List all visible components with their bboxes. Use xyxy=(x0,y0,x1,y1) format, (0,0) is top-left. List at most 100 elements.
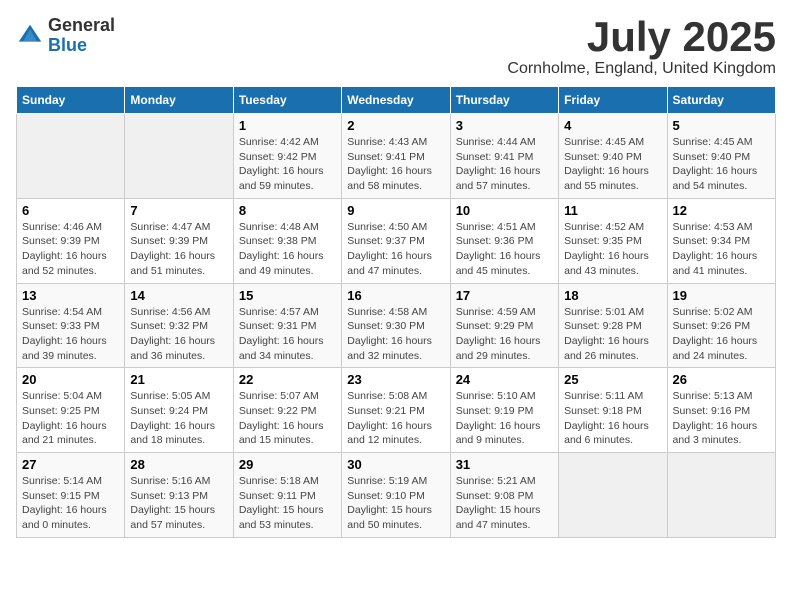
day-info: Sunrise: 4:46 AM Sunset: 9:39 PM Dayligh… xyxy=(22,220,119,279)
day-number: 5 xyxy=(673,118,770,133)
calendar-cell: 23 Sunrise: 5:08 AM Sunset: 9:21 PM Dayli… xyxy=(342,368,450,453)
header-saturday: Saturday xyxy=(667,87,775,114)
day-info: Sunrise: 5:10 AM Sunset: 9:19 PM Dayligh… xyxy=(456,389,553,448)
logo-text: General Blue xyxy=(48,16,115,56)
calendar-cell: 28 Sunrise: 5:16 AM Sunset: 9:13 PM Dayli… xyxy=(125,453,233,538)
day-number: 30 xyxy=(347,457,444,472)
calendar-cell: 1 Sunrise: 4:42 AM Sunset: 9:42 PM Daylig… xyxy=(233,114,341,199)
day-number: 19 xyxy=(673,288,770,303)
day-info: Sunrise: 5:01 AM Sunset: 9:28 PM Dayligh… xyxy=(564,305,661,364)
calendar-cell: 18 Sunrise: 5:01 AM Sunset: 9:28 PM Dayli… xyxy=(559,283,667,368)
day-info: Sunrise: 4:43 AM Sunset: 9:41 PM Dayligh… xyxy=(347,135,444,194)
day-info: Sunrise: 4:47 AM Sunset: 9:39 PM Dayligh… xyxy=(130,220,227,279)
calendar-cell: 12Sunrise: 4:53 AM Sunset: 9:34 PM Dayli… xyxy=(667,198,775,283)
day-number: 31 xyxy=(456,457,553,472)
header-monday: Monday xyxy=(125,87,233,114)
day-info: Sunrise: 4:48 AM Sunset: 9:38 PM Dayligh… xyxy=(239,220,336,279)
calendar-cell: 24 Sunrise: 5:10 AM Sunset: 9:19 PM Dayli… xyxy=(450,368,558,453)
day-info: Sunrise: 4:45 AM Sunset: 9:40 PM Dayligh… xyxy=(564,135,661,194)
day-info: Sunrise: 5:04 AM Sunset: 9:25 PM Dayligh… xyxy=(22,389,119,448)
day-number: 26 xyxy=(673,372,770,387)
logo-icon xyxy=(16,22,44,50)
day-number: 1 xyxy=(239,118,336,133)
day-number: 12 xyxy=(673,203,770,218)
day-info: Sunrise: 4:58 AM Sunset: 9:30 PM Dayligh… xyxy=(347,305,444,364)
day-info: Sunrise: 4:50 AM Sunset: 9:37 PM Dayligh… xyxy=(347,220,444,279)
day-number: 6 xyxy=(22,203,119,218)
calendar-cell: 19 Sunrise: 5:02 AM Sunset: 9:26 PM Dayli… xyxy=(667,283,775,368)
day-number: 28 xyxy=(130,457,227,472)
day-info: Sunrise: 4:44 AM Sunset: 9:41 PM Dayligh… xyxy=(456,135,553,194)
calendar-cell: 20 Sunrise: 5:04 AM Sunset: 9:25 PM Dayli… xyxy=(17,368,125,453)
calendar-cell xyxy=(559,453,667,538)
day-number: 10 xyxy=(456,203,553,218)
calendar-cell: 3 Sunrise: 4:44 AM Sunset: 9:41 PM Daylig… xyxy=(450,114,558,199)
day-number: 4 xyxy=(564,118,661,133)
calendar-cell: 22 Sunrise: 5:07 AM Sunset: 9:22 PM Dayli… xyxy=(233,368,341,453)
header-friday: Friday xyxy=(559,87,667,114)
day-number: 17 xyxy=(456,288,553,303)
day-number: 21 xyxy=(130,372,227,387)
day-info: Sunrise: 5:08 AM Sunset: 9:21 PM Dayligh… xyxy=(347,389,444,448)
calendar-table: SundayMondayTuesdayWednesdayThursdayFrid… xyxy=(16,86,776,538)
day-info: Sunrise: 5:16 AM Sunset: 9:13 PM Dayligh… xyxy=(130,474,227,533)
day-number: 8 xyxy=(239,203,336,218)
calendar-cell: 25 Sunrise: 5:11 AM Sunset: 9:18 PM Dayli… xyxy=(559,368,667,453)
calendar-cell xyxy=(667,453,775,538)
calendar-cell: 15 Sunrise: 4:57 AM Sunset: 9:31 PM Dayli… xyxy=(233,283,341,368)
title-block: July 2025 Cornholme, England, United Kin… xyxy=(507,16,776,78)
day-number: 3 xyxy=(456,118,553,133)
day-number: 20 xyxy=(22,372,119,387)
header-wednesday: Wednesday xyxy=(342,87,450,114)
calendar-cell: 9Sunrise: 4:50 AM Sunset: 9:37 PM Daylig… xyxy=(342,198,450,283)
logo-general: General xyxy=(48,16,115,36)
day-number: 24 xyxy=(456,372,553,387)
day-number: 15 xyxy=(239,288,336,303)
calendar-week-row: 20 Sunrise: 5:04 AM Sunset: 9:25 PM Dayli… xyxy=(17,368,776,453)
logo-blue: Blue xyxy=(48,36,115,56)
day-number: 11 xyxy=(564,203,661,218)
day-info: Sunrise: 5:02 AM Sunset: 9:26 PM Dayligh… xyxy=(673,305,770,364)
calendar-cell: 21 Sunrise: 5:05 AM Sunset: 9:24 PM Dayli… xyxy=(125,368,233,453)
day-info: Sunrise: 5:14 AM Sunset: 9:15 PM Dayligh… xyxy=(22,474,119,533)
day-info: Sunrise: 4:42 AM Sunset: 9:42 PM Dayligh… xyxy=(239,135,336,194)
calendar-header-row: SundayMondayTuesdayWednesdayThursdayFrid… xyxy=(17,87,776,114)
day-info: Sunrise: 5:19 AM Sunset: 9:10 PM Dayligh… xyxy=(347,474,444,533)
calendar-cell: 2 Sunrise: 4:43 AM Sunset: 9:41 PM Daylig… xyxy=(342,114,450,199)
calendar-cell: 31Sunrise: 5:21 AM Sunset: 9:08 PM Dayli… xyxy=(450,453,558,538)
day-number: 29 xyxy=(239,457,336,472)
header-sunday: Sunday xyxy=(17,87,125,114)
calendar-cell: 17Sunrise: 4:59 AM Sunset: 9:29 PM Dayli… xyxy=(450,283,558,368)
calendar-cell: 16Sunrise: 4:58 AM Sunset: 9:30 PM Dayli… xyxy=(342,283,450,368)
day-number: 18 xyxy=(564,288,661,303)
day-info: Sunrise: 4:56 AM Sunset: 9:32 PM Dayligh… xyxy=(130,305,227,364)
day-info: Sunrise: 4:57 AM Sunset: 9:31 PM Dayligh… xyxy=(239,305,336,364)
calendar-cell: 27Sunrise: 5:14 AM Sunset: 9:15 PM Dayli… xyxy=(17,453,125,538)
calendar-cell xyxy=(125,114,233,199)
calendar-week-row: 27Sunrise: 5:14 AM Sunset: 9:15 PM Dayli… xyxy=(17,453,776,538)
day-number: 2 xyxy=(347,118,444,133)
calendar-cell: 8 Sunrise: 4:48 AM Sunset: 9:38 PM Daylig… xyxy=(233,198,341,283)
day-number: 25 xyxy=(564,372,661,387)
calendar-cell: 6 Sunrise: 4:46 AM Sunset: 9:39 PM Daylig… xyxy=(17,198,125,283)
day-info: Sunrise: 5:07 AM Sunset: 9:22 PM Dayligh… xyxy=(239,389,336,448)
day-number: 23 xyxy=(347,372,444,387)
calendar-cell: 4 Sunrise: 4:45 AM Sunset: 9:40 PM Daylig… xyxy=(559,114,667,199)
calendar-cell: 14 Sunrise: 4:56 AM Sunset: 9:32 PM Dayli… xyxy=(125,283,233,368)
logo: General Blue xyxy=(16,16,115,56)
calendar-cell: 7Sunrise: 4:47 AM Sunset: 9:39 PM Daylig… xyxy=(125,198,233,283)
header-thursday: Thursday xyxy=(450,87,558,114)
day-number: 22 xyxy=(239,372,336,387)
month-year-title: July 2025 xyxy=(507,16,776,58)
page-header: General Blue July 2025 Cornholme, Englan… xyxy=(16,16,776,78)
day-number: 13 xyxy=(22,288,119,303)
day-info: Sunrise: 5:11 AM Sunset: 9:18 PM Dayligh… xyxy=(564,389,661,448)
day-number: 14 xyxy=(130,288,227,303)
calendar-cell: 13Sunrise: 4:54 AM Sunset: 9:33 PM Dayli… xyxy=(17,283,125,368)
day-info: Sunrise: 5:05 AM Sunset: 9:24 PM Dayligh… xyxy=(130,389,227,448)
calendar-week-row: 1 Sunrise: 4:42 AM Sunset: 9:42 PM Daylig… xyxy=(17,114,776,199)
calendar-cell xyxy=(17,114,125,199)
calendar-cell: 29Sunrise: 5:18 AM Sunset: 9:11 PM Dayli… xyxy=(233,453,341,538)
header-tuesday: Tuesday xyxy=(233,87,341,114)
day-info: Sunrise: 4:51 AM Sunset: 9:36 PM Dayligh… xyxy=(456,220,553,279)
